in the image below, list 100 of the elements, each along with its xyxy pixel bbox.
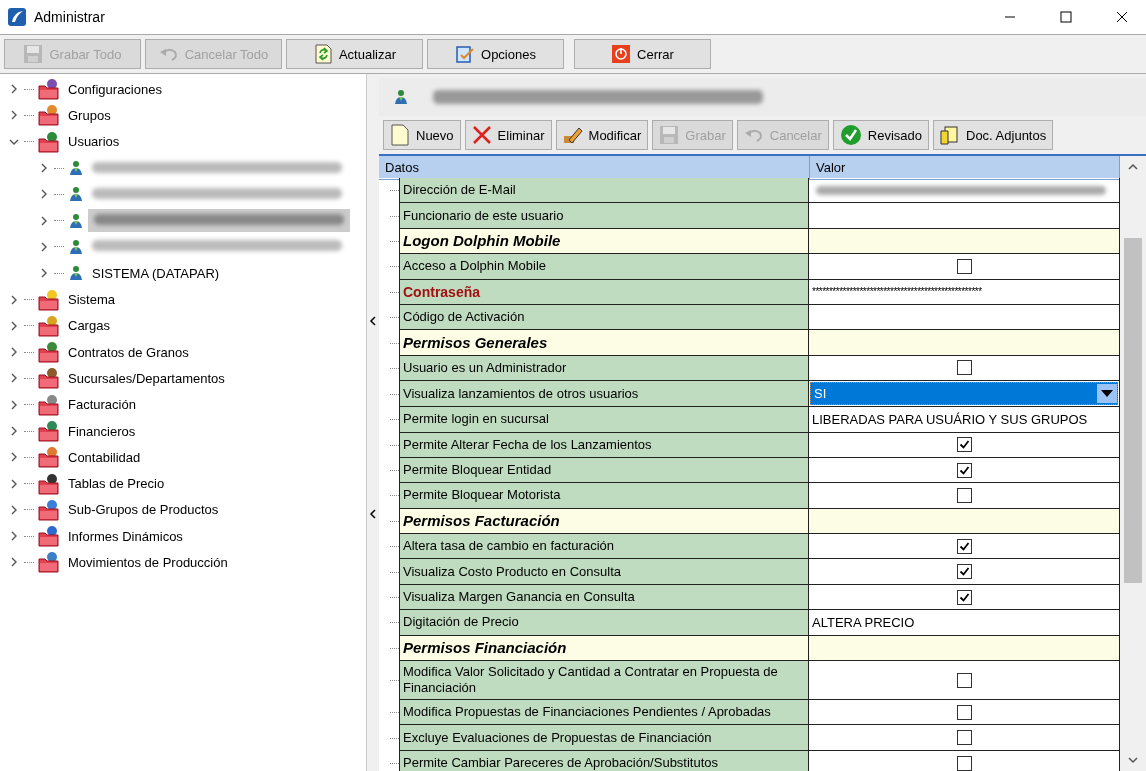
tree-item[interactable]: Sistema — [64, 290, 119, 309]
tree-item[interactable]: Cargas — [64, 316, 114, 336]
tree-item[interactable]: Contratos de Granos — [64, 342, 193, 362]
column-header[interactable]: Valor — [810, 156, 1120, 180]
tree-line — [390, 763, 399, 764]
window-title: Administrar — [34, 9, 106, 25]
tree-line — [390, 266, 399, 268]
checkbox[interactable] — [956, 564, 972, 580]
folder-icon — [38, 288, 60, 311]
property-label: Visualiza Margen Ganancia en Consulta — [399, 584, 809, 611]
user-icon — [393, 89, 409, 105]
tree-line — [390, 495, 399, 497]
checkbox[interactable] — [956, 589, 972, 605]
tree-line — [390, 342, 399, 344]
tree-line — [390, 419, 399, 421]
checkbox[interactable] — [956, 258, 972, 274]
folder-icon — [38, 78, 60, 101]
tree-item[interactable]: Informes Dinámicos — [64, 526, 187, 546]
tree-item[interactable]: Financieros — [64, 421, 140, 441]
tree-line — [390, 317, 399, 319]
property-label: Permite Cambiar Pareceres de Aprobación/Substitutos — [399, 750, 809, 771]
checkbox[interactable] — [956, 755, 972, 771]
selected-tree-item[interactable] — [88, 209, 350, 233]
tree-line — [390, 470, 399, 472]
tree-item[interactable]: Tablas de Precio — [64, 474, 169, 494]
tree-line — [390, 520, 399, 522]
power-icon — [611, 44, 632, 64]
user-icon — [68, 186, 84, 203]
checkbox[interactable] — [956, 730, 972, 746]
checkbox[interactable] — [956, 462, 972, 478]
property-label: Visualiza Costo Producto en Consulta — [399, 559, 809, 585]
tree-item[interactable]: Facturación — [64, 395, 140, 415]
toolbar-button[interactable]: Opciones — [427, 39, 564, 69]
property-label: Visualiza lanzamientos de otros usuarios — [399, 381, 809, 408]
checkbox[interactable] — [956, 488, 972, 503]
toolbar-button[interactable]: Eliminar — [464, 120, 552, 150]
masked-password[interactable]: ************************************************** — [809, 279, 1120, 305]
dropdown[interactable]: SI — [810, 382, 1118, 406]
toolbar-button[interactable]: Cerrar — [574, 39, 711, 69]
user-icon — [68, 160, 84, 177]
property-label: Modifica Valor Solicitado y Cantidad a Contratar en Propuesta de Financiación — [399, 661, 809, 701]
property-value[interactable]: LIBERADAS PARA USUÁRIO Y SUS GRUPOS — [809, 407, 1120, 433]
tree-line — [390, 190, 399, 192]
toolbar-button[interactable]: Modificar — [555, 120, 649, 150]
property-label: Modifica Propuestas de Financiaciones Pendientes / Aprobadas — [399, 700, 809, 726]
tree-item[interactable]: Grupos — [64, 105, 115, 125]
checkbox[interactable] — [956, 360, 972, 376]
toolbar-button[interactable]: Actualizar — [286, 39, 423, 69]
checkbox[interactable] — [956, 704, 972, 720]
floppy-icon — [23, 44, 44, 64]
new-document-icon — [390, 124, 410, 146]
folder-icon — [38, 551, 60, 574]
property-value[interactable] — [809, 203, 1120, 229]
tree-line — [390, 393, 399, 395]
delete-icon — [471, 125, 492, 145]
checkbox[interactable] — [956, 672, 972, 688]
tree-line — [390, 215, 399, 217]
toolbar-button[interactable]: Doc. Adjuntos — [933, 120, 1054, 150]
checkbox[interactable] — [956, 538, 972, 554]
property-label: Dirección de E-Mail — [399, 178, 809, 204]
checkbox[interactable] — [956, 437, 972, 453]
folder-icon — [38, 314, 60, 337]
toolbar-button[interactable]: Revisado — [832, 120, 929, 150]
tree-line — [390, 680, 399, 682]
user-icon — [68, 265, 84, 282]
toolbar-button[interactable]: Nuevo — [383, 120, 461, 150]
tree-item[interactable]: Sub-Grupos de Productos — [64, 500, 223, 520]
tree-item[interactable]: Configuraciones — [64, 79, 166, 99]
tree-line — [390, 291, 399, 293]
tree-line — [390, 444, 399, 446]
tree-line — [390, 622, 399, 624]
property-label: Usuario es un Administrador — [399, 355, 809, 382]
property-label: Altera tasa de cambio en facturación — [399, 534, 809, 560]
property-value[interactable]: ALTERA PRECIO — [809, 610, 1120, 636]
property-label: Permite Alterar Fecha de los Lanzamientos — [399, 432, 809, 458]
property-label: Acceso a Dolphin Mobile — [399, 254, 809, 280]
folder-icon — [38, 367, 60, 390]
tree-line — [390, 546, 399, 548]
folder-icon — [38, 420, 60, 442]
property-label: Excluye Evaluaciones de Propuestas de Financiación — [399, 725, 809, 751]
check-circle-icon — [839, 124, 862, 146]
folder-icon — [38, 130, 60, 153]
tree-item[interactable]: SISTEMA (DATAPAR) — [88, 263, 224, 283]
tree-line — [390, 571, 399, 573]
tree-item[interactable]: Movimientos de Producción — [64, 553, 232, 572]
refresh-icon — [312, 44, 333, 64]
tree-item[interactable]: Contabilidad — [64, 447, 145, 467]
tree-item[interactable]: Sucursales/Departamentos — [64, 368, 229, 388]
tree-line — [390, 367, 399, 369]
tree-item[interactable]: Usuarios — [64, 132, 124, 152]
property-label: Permite Bloquear Motorista — [399, 483, 809, 509]
property-label: Contraseña — [399, 279, 809, 305]
folder-icon — [38, 393, 60, 416]
scrollbar-thumb[interactable] — [1124, 238, 1142, 583]
property-label: Digitación de Precio — [399, 610, 809, 636]
tree-line — [390, 240, 399, 242]
user-icon — [68, 212, 84, 229]
property-label: Funcionario de este usuario — [399, 203, 809, 229]
floppy-icon — [659, 125, 680, 145]
folder-icon — [38, 525, 60, 548]
